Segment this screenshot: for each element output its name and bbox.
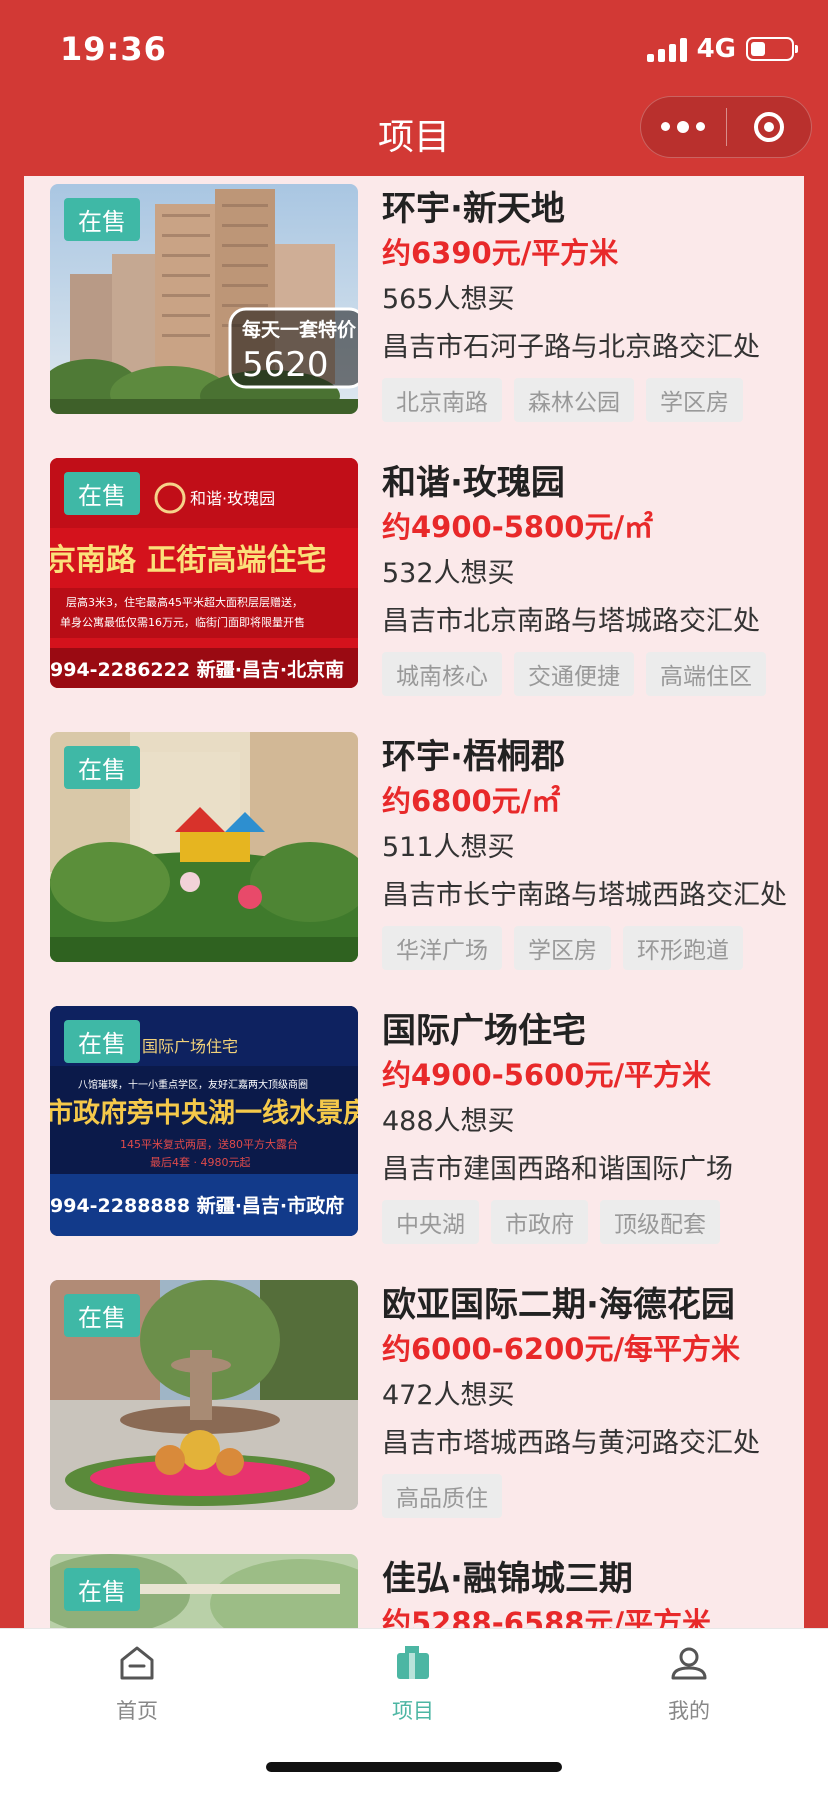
profile-icon — [671, 1647, 707, 1680]
listing-name: 佳弘·融锦城三期 — [382, 1559, 633, 1599]
close-mini-program-icon[interactable] — [727, 112, 812, 142]
tag-list: 中央湖 市政府 顶级配套 — [382, 1200, 794, 1244]
tab-mine[interactable]: 我的 — [614, 1643, 764, 1725]
listing-price: 约6800元/㎡ — [382, 784, 561, 818]
listing-photo: 国际广场住宅 八馆璀璨，十一小重点学区，友好汇嘉两大顶级商圈 市政府旁中央湖一线… — [50, 1006, 358, 1236]
status-badge: 在售 — [64, 1568, 140, 1611]
listing-item[interactable]: 国际广场住宅 八馆璀璨，十一小重点学区，友好汇嘉两大顶级商圈 市政府旁中央湖一线… — [50, 1006, 800, 1244]
photo-text: 八馆璀璨，十一小重点学区，友好汇嘉两大顶级商圈 — [78, 1078, 308, 1091]
mini-program-capsule — [640, 96, 812, 158]
listing-info: 欧亚国际二期·海德花园 约6000-6200元/每平方米 472人想买 昌吉市塔… — [382, 1280, 794, 1518]
listing-price: 约4900-5600元/平方米 — [382, 1058, 712, 1092]
status-bar: 19:36 4G — [0, 0, 828, 100]
listing-photo: 每天一套特价 5620 在售 — [50, 184, 358, 414]
tag: 城南核心 — [382, 652, 502, 696]
project-icon — [397, 1646, 429, 1679]
photo-text: 每天一套特价 — [242, 318, 357, 341]
status-badge: 在售 — [64, 746, 140, 789]
listing-info: 国际广场住宅 约4900-5600元/平方米 488人想买 昌吉市建国西路和谐国… — [382, 1006, 794, 1244]
photo-text: 994-2286222 新疆·昌吉·北京南 — [50, 658, 344, 681]
battery-icon — [746, 37, 798, 61]
listing-address: 昌吉市塔城西路与黄河路交汇处 — [382, 1428, 760, 1459]
listing-name: 环宇·梧桐郡 — [382, 737, 565, 777]
tab-label: 首页 — [116, 1699, 158, 1723]
network-type: 4G — [696, 34, 736, 64]
photo-text: 5620 — [242, 345, 329, 385]
photo-text: 和谐·玫瑰园 — [190, 489, 275, 508]
tag: 学区房 — [646, 378, 743, 422]
want-count: 511人想买 — [382, 832, 515, 863]
listing-info: 佳弘·融锦城三期 约5288-6588元/平方米 — [382, 1554, 794, 1628]
photo-text: 单身公寓最低仅需16万元，临街门面即将限量开售 — [60, 615, 305, 629]
tag-list: 华洋广场 学区房 环形跑道 — [382, 926, 794, 970]
photo-text: 最后4套 · 4980元起 — [150, 1156, 250, 1169]
listing-name: 欧亚国际二期·海德花园 — [382, 1285, 735, 1325]
listing-item[interactable]: 和谐·玫瑰园 京南路 正街高端住宅 层高3米3，住宅最高45平米超大面积层层赠送… — [50, 458, 800, 696]
tag: 学区房 — [514, 926, 611, 970]
tab-projects[interactable]: 项目 — [338, 1643, 488, 1725]
status-badge: 在售 — [64, 198, 140, 241]
want-count: 532人想买 — [382, 558, 515, 589]
listing-info: 环宇·梧桐郡 约6800元/㎡ 511人想买 昌吉市长宁南路与塔城西路交汇处 华… — [382, 732, 794, 970]
listing-address: 昌吉市长宁南路与塔城西路交汇处 — [382, 880, 787, 911]
tag: 交通便捷 — [514, 652, 634, 696]
tag-list: 高品质住 — [382, 1474, 794, 1518]
tag: 中央湖 — [382, 1200, 479, 1244]
listing-item[interactable]: 在售 欧亚国际二期·海德花园 约6000-6200元/每平方米 472人想买 昌… — [50, 1280, 800, 1518]
listing-name: 国际广场住宅 — [382, 1011, 586, 1051]
tab-label: 我的 — [668, 1699, 710, 1723]
listing-address: 昌吉市北京南路与塔城路交汇处 — [382, 606, 760, 637]
listing-item[interactable]: 每天一套特价 5620 在售 环宇·新天地 约6390元/平方米 565人想买 … — [50, 184, 800, 422]
want-count: 488人想买 — [382, 1106, 515, 1137]
listing-item[interactable]: 在售 环宇·梧桐郡 约6800元/㎡ 511人想买 昌吉市长宁南路与塔城西路交汇… — [50, 732, 800, 970]
want-count: 472人想买 — [382, 1380, 515, 1411]
listing-price: 约6000-6200元/每平方米 — [382, 1332, 741, 1366]
photo-text: 994-2288888 新疆·昌吉·市政府 — [50, 1194, 344, 1217]
listing-price: 约6390元/平方米 — [382, 236, 619, 270]
photo-text: 145平米复式两居，送80平方大露台 — [120, 1137, 298, 1151]
status-badge: 在售 — [64, 472, 140, 515]
listing-price: 约5288-6588元/平方米 — [382, 1606, 712, 1628]
tag: 顶级配套 — [600, 1200, 720, 1244]
listing-price: 约4900-5800元/㎡ — [382, 510, 654, 544]
tag: 北京南路 — [382, 378, 502, 422]
photo-text: 京南路 正街高端住宅 — [50, 543, 326, 578]
want-count: 565人想买 — [382, 284, 515, 315]
status-badge: 在售 — [64, 1020, 140, 1063]
listing-photo: 和谐·玫瑰园 京南路 正街高端住宅 层高3米3，住宅最高45平米超大面积层层赠送… — [50, 458, 358, 688]
tag: 高端住区 — [646, 652, 766, 696]
home-indicator[interactable] — [266, 1762, 562, 1772]
tag: 森林公园 — [514, 378, 634, 422]
listing-name: 环宇·新天地 — [382, 189, 565, 229]
listing-name: 和谐·玫瑰园 — [382, 463, 565, 503]
listing-photo: 在售 — [50, 1280, 358, 1510]
listing-photo: 在售 — [50, 1554, 358, 1628]
tag-list: 城南核心 交通便捷 高端住区 — [382, 652, 794, 696]
status-badge: 在售 — [64, 1294, 140, 1337]
listing-item[interactable]: 在售 佳弘·融锦城三期 约5288-6588元/平方米 — [50, 1554, 800, 1628]
status-time: 19:36 — [60, 30, 167, 68]
tag: 华洋广场 — [382, 926, 502, 970]
status-indicators: 4G — [646, 34, 798, 64]
photo-text: 国际广场住宅 — [142, 1037, 238, 1056]
listing-address: 昌吉市建国西路和谐国际广场 — [382, 1154, 733, 1185]
listing-photo: 在售 — [50, 732, 358, 962]
photo-text: 市政府旁中央湖一线水景房 — [50, 1097, 358, 1129]
tab-label: 项目 — [392, 1699, 434, 1723]
tag-list: 北京南路 森林公园 学区房 — [382, 378, 794, 422]
tab-home[interactable]: 首页 — [62, 1643, 212, 1725]
signal-icon — [646, 36, 687, 62]
tag: 环形跑道 — [623, 926, 743, 970]
photo-text: 层高3米3，住宅最高45平米超大面积层层赠送， — [66, 595, 303, 609]
tag: 市政府 — [491, 1200, 588, 1244]
home-icon — [120, 1646, 154, 1680]
listing-info: 环宇·新天地 约6390元/平方米 565人想买 昌吉市石河子路与北京路交汇处 … — [382, 184, 794, 422]
listing-info: 和谐·玫瑰园 约4900-5800元/㎡ 532人想买 昌吉市北京南路与塔城路交… — [382, 458, 794, 696]
more-icon[interactable] — [641, 120, 726, 133]
listing-address: 昌吉市石河子路与北京路交汇处 — [382, 332, 760, 363]
tag: 高品质住 — [382, 1474, 502, 1518]
listing-panel[interactable]: 每天一套特价 5620 在售 环宇·新天地 约6390元/平方米 565人想买 … — [24, 176, 804, 1628]
